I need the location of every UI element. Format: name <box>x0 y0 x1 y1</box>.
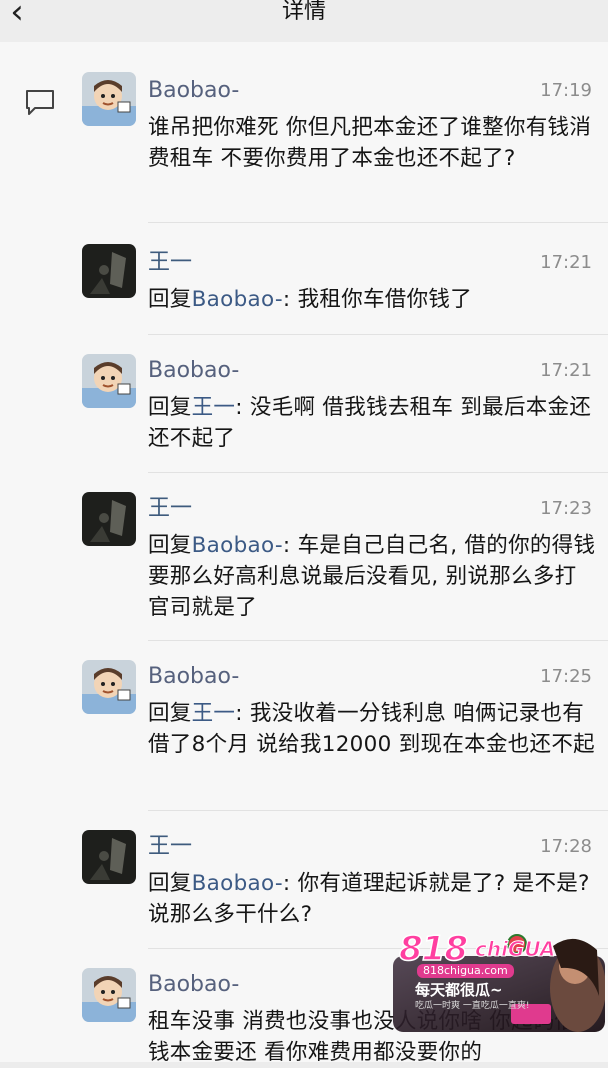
cartoon-avatar-icon <box>82 660 136 714</box>
comment-time: 17:25 <box>540 666 592 687</box>
reply-prefix: 回复 <box>148 287 192 312</box>
reply-prefix: 回复 <box>148 395 192 420</box>
reply-prefix: 回复 <box>148 533 192 558</box>
reply-target[interactable]: 王一 <box>192 701 236 726</box>
divider <box>148 640 608 641</box>
comment-author[interactable]: Baobao- <box>148 970 239 1000</box>
reply-body: : 我租你车借你钱了 <box>282 287 473 312</box>
comment-item: Baobao- 17:19 谁吊把你难死 你但凡把本金还了谁整你有钱消费租车 不… <box>80 72 608 212</box>
avatar[interactable] <box>82 72 136 126</box>
reply-prefix: 回复 <box>148 701 192 726</box>
comment-author[interactable]: Baobao- <box>148 356 239 386</box>
comment-time: 17:21 <box>540 360 592 381</box>
comment-item: 王一 17:23 回复Baobao-: 车是自己自己名, 借的你的得钱要那么好高… <box>80 492 608 632</box>
reply-target[interactable]: Baobao- <box>192 287 283 312</box>
comment-text: 回复王一: 没毛啊 借我钱去租车 到最后本金还还不起了 <box>148 392 596 454</box>
divider <box>148 334 608 335</box>
comment-time: 17:21 <box>540 252 592 273</box>
comment-item: Baobao- 17:21 回复王一: 没毛啊 借我钱去租车 到最后本金还还不起… <box>80 354 608 464</box>
comment-text: 回复Baobao-: 你有道理起诉就是了? 是不是? 说那么多干什么? <box>148 868 596 930</box>
ad-domain: 818chigua.com <box>417 964 514 978</box>
comment-text: 回复王一: 我没收着一分钱利息 咱俩记录也有借了8个月 说给我12000 到现在… <box>148 698 596 760</box>
dark-photo-avatar-icon <box>82 830 136 884</box>
avatar[interactable] <box>82 244 136 298</box>
ad-subtitle: 吃瓜一时爽 一直吃瓜一直爽! <box>415 1001 530 1011</box>
comment-time: 17:28 <box>540 836 592 857</box>
dark-photo-avatar-icon <box>82 492 136 546</box>
comment-author[interactable]: Baobao- <box>148 76 239 106</box>
comment-author[interactable]: 王一 <box>148 494 192 524</box>
ad-logo: 818 <box>398 929 468 969</box>
avatar[interactable] <box>82 492 136 546</box>
comment-icon[interactable] <box>24 88 56 118</box>
cartoon-avatar-icon <box>82 72 136 126</box>
comment-item: 王一 17:21 回复Baobao-: 我租你车借你钱了 <box>80 244 608 324</box>
watermark-ad[interactable]: 818 chiGUA 818chigua.com 每天都很瓜~ 吃瓜一时爽 一直… <box>393 926 605 1032</box>
cartoon-avatar-icon <box>82 354 136 408</box>
avatar[interactable] <box>82 660 136 714</box>
divider <box>148 472 608 473</box>
cartoon-avatar-icon <box>82 968 136 1022</box>
comment-text: 回复Baobao-: 车是自己自己名, 借的你的得钱要那么好高利息说最后没看见,… <box>148 530 596 623</box>
divider <box>148 222 608 223</box>
page-title: 详情 <box>281 0 326 24</box>
reply-target[interactable]: 王一 <box>192 395 236 420</box>
comment-text: 谁吊把你难死 你但凡把本金还了谁整你有钱消费租车 不要你费用了本金也还不起了? <box>148 115 592 171</box>
reply-target[interactable]: Baobao- <box>192 533 283 558</box>
reply-prefix: 回复 <box>148 871 192 896</box>
ad-slogan: 每天都很瓜~ <box>415 981 503 999</box>
comment-item: Baobao- 17:25 回复王一: 我没收着一分钱利息 咱俩记录也有借了8个… <box>80 660 608 800</box>
comment-author[interactable]: 王一 <box>148 248 192 278</box>
avatar[interactable] <box>82 968 136 1022</box>
comment-item: 王一 17:28 回复Baobao-: 你有道理起诉就是了? 是不是? 说那么多… <box>80 830 608 940</box>
comment-author[interactable]: Baobao- <box>148 662 239 692</box>
avatar[interactable] <box>82 354 136 408</box>
comment-text: 回复Baobao-: 我租你车借你钱了 <box>148 284 596 315</box>
comment-author[interactable]: 王一 <box>148 832 192 862</box>
comment-time: 17:23 <box>540 498 592 519</box>
dark-photo-avatar-icon <box>82 244 136 298</box>
nav-bar: ‹ 详情 <box>0 0 608 42</box>
reply-target[interactable]: Baobao- <box>192 871 283 896</box>
ad-logo-suffix: chiGUA <box>474 937 556 961</box>
comment-time: 17:19 <box>540 80 592 101</box>
avatar[interactable] <box>82 830 136 884</box>
divider <box>148 810 608 811</box>
